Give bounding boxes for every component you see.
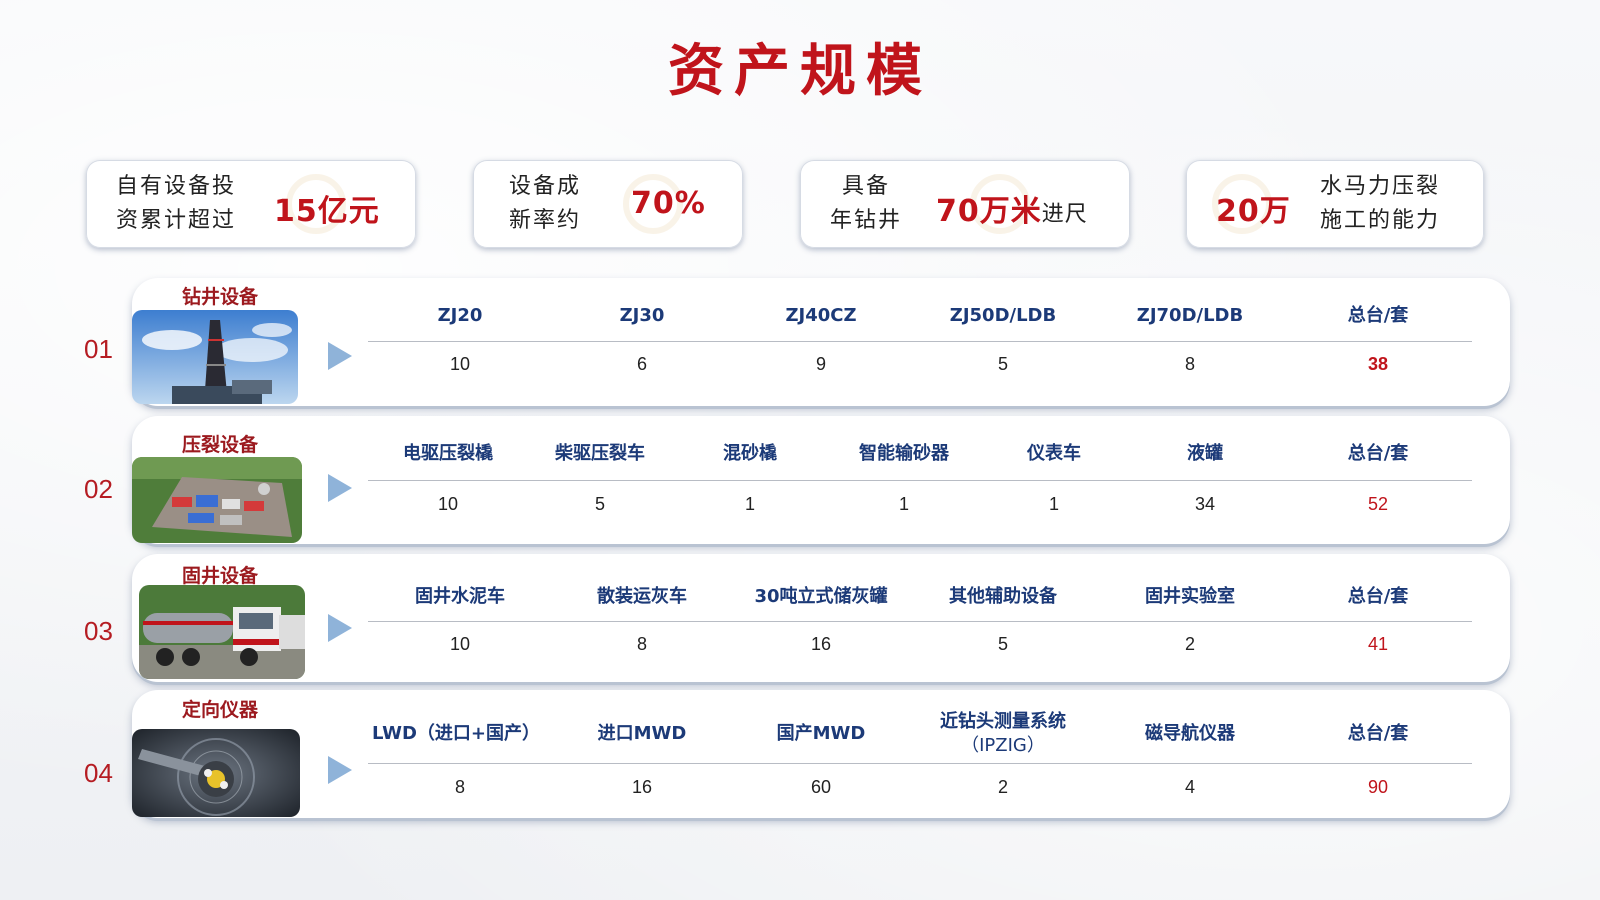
stat-card-investment: 自有设备投 资累计超过 15亿元 (86, 160, 416, 248)
table-cell: 2 (997, 777, 1009, 797)
table-cell: 34 (1194, 494, 1216, 514)
stat-value: 20万 (1216, 194, 1291, 229)
table-header-cell: ZJ70D/LDB (1136, 305, 1244, 326)
cement-truck-photo (139, 585, 305, 679)
table-header-total: 总台/套 (1347, 586, 1409, 607)
stat-value-number: 70万米 (936, 194, 1042, 229)
stat-label-line2: 年钻井 (830, 208, 903, 233)
table-divider (368, 763, 1472, 764)
table-header-cell: 柴驱压裂车 (555, 443, 645, 464)
table-cell: 8 (636, 634, 648, 654)
triangle-arrow-icon (328, 474, 352, 502)
table-header-cell: 磁导航仪器 (1145, 723, 1235, 744)
stat-label-line2: 施工的能力 (1320, 208, 1441, 233)
table-header-cell: 混砂橇 (723, 443, 777, 464)
table-divider (368, 480, 1472, 481)
section-number: 04 (84, 758, 113, 788)
table-header-cell: ZJ50D/LDB (949, 305, 1057, 326)
table-header-cell: 国产MWD (776, 723, 866, 744)
section-category: 固井设备 (182, 565, 259, 587)
table-cell: 1 (898, 494, 910, 514)
section-row-directional (132, 690, 1510, 818)
table-divider (368, 621, 1472, 622)
table-header-cell: 固井水泥车 (415, 586, 505, 607)
table-header-cell: 智能输砂器 (859, 443, 949, 464)
table-header-cell: ZJ20 (437, 305, 483, 326)
section-category: 压裂设备 (182, 434, 259, 456)
table-cell: 8 (454, 777, 466, 797)
stat-label-line2: 新率约 (509, 208, 582, 233)
stat-label-line1: 设备成 (509, 174, 582, 199)
section-number: 02 (84, 474, 113, 504)
table-cell: 6 (636, 354, 648, 374)
stat-card-newness: 设备成 新率约 70% (473, 160, 743, 248)
table-cell-total: 38 (1367, 354, 1389, 374)
stat-label-line1: 具备 (841, 174, 890, 199)
table-divider (368, 341, 1472, 342)
table-cell: 1 (744, 494, 756, 514)
slide-background: 资产规模 自有设备投 资累计超过 15亿元 设备成 新率约 70% 具备 年钻井… (0, 0, 1600, 900)
stat-value: 15亿元 (274, 194, 380, 229)
table-cell: 9 (815, 354, 827, 374)
table-header-cell: 其他辅助设备 (949, 586, 1057, 607)
stat-value: 70万米进尺 (936, 186, 1088, 230)
table-header-subcell: （IPZIG） (961, 735, 1045, 756)
table-header-total: 总台/套 (1347, 443, 1409, 464)
stat-card-drilling: 具备 年钻井 70万米进尺 (800, 160, 1130, 248)
page-title: 资产规模 (668, 38, 932, 104)
triangle-arrow-icon (328, 614, 352, 642)
table-header-cell: 进口MWD (597, 723, 687, 744)
table-header-cell: ZJ30 (619, 305, 665, 326)
table-cell: 5 (997, 354, 1009, 374)
section-number: 01 (84, 334, 113, 364)
table-header-cell: ZJ40CZ (785, 305, 857, 326)
table-header-total: 总台/套 (1347, 723, 1409, 744)
triangle-arrow-icon (328, 756, 352, 784)
drill-bit-photo (132, 729, 300, 817)
table-cell: 8 (1184, 354, 1196, 374)
table-cell: 16 (631, 777, 653, 797)
table-cell: 60 (810, 777, 832, 797)
table-header-cell: 固井实验室 (1145, 586, 1235, 607)
section-category: 定向仪器 (182, 699, 259, 721)
table-cell: 10 (437, 494, 459, 514)
stat-value: 70% (631, 186, 706, 221)
section-number: 03 (84, 616, 113, 646)
table-cell: 5 (594, 494, 606, 514)
triangle-arrow-icon (328, 342, 352, 370)
stat-label-line1: 水马力压裂 (1320, 174, 1441, 199)
stat-value-suffix: 进尺 (1041, 202, 1088, 227)
table-header-cell: LWD（进口+国产） (372, 723, 540, 744)
table-cell-total: 52 (1367, 494, 1389, 514)
stat-label-line2: 资累计超过 (116, 208, 237, 233)
table-cell: 1 (1048, 494, 1060, 514)
stat-label-line1: 自有设备投 (116, 174, 237, 199)
table-header-cell: 仪表车 (1027, 443, 1081, 464)
table-header-total: 总台/套 (1347, 305, 1409, 326)
table-cell: 2 (1184, 634, 1196, 654)
table-header-cell: 30吨立式储灰罐 (754, 586, 888, 607)
table-header-cell: 电驱压裂橇 (403, 443, 493, 464)
table-cell: 4 (1184, 777, 1196, 797)
table-cell-total: 41 (1367, 634, 1389, 654)
table-cell: 5 (997, 634, 1009, 654)
fracturing-site-photo (132, 457, 302, 543)
table-header-cell: 近钻头测量系统 (940, 711, 1066, 732)
section-category: 钻井设备 (182, 286, 259, 308)
table-header-cell: 散装运灰车 (597, 586, 687, 607)
table-cell: 10 (449, 634, 471, 654)
table-cell-total: 90 (1367, 777, 1389, 797)
stat-card-fracturing: 20万 水马力压裂 施工的能力 (1186, 160, 1484, 248)
table-cell: 10 (449, 354, 471, 374)
drilling-rig-photo (132, 310, 298, 404)
table-cell: 16 (810, 634, 832, 654)
table-header-cell: 液罐 (1187, 443, 1223, 464)
